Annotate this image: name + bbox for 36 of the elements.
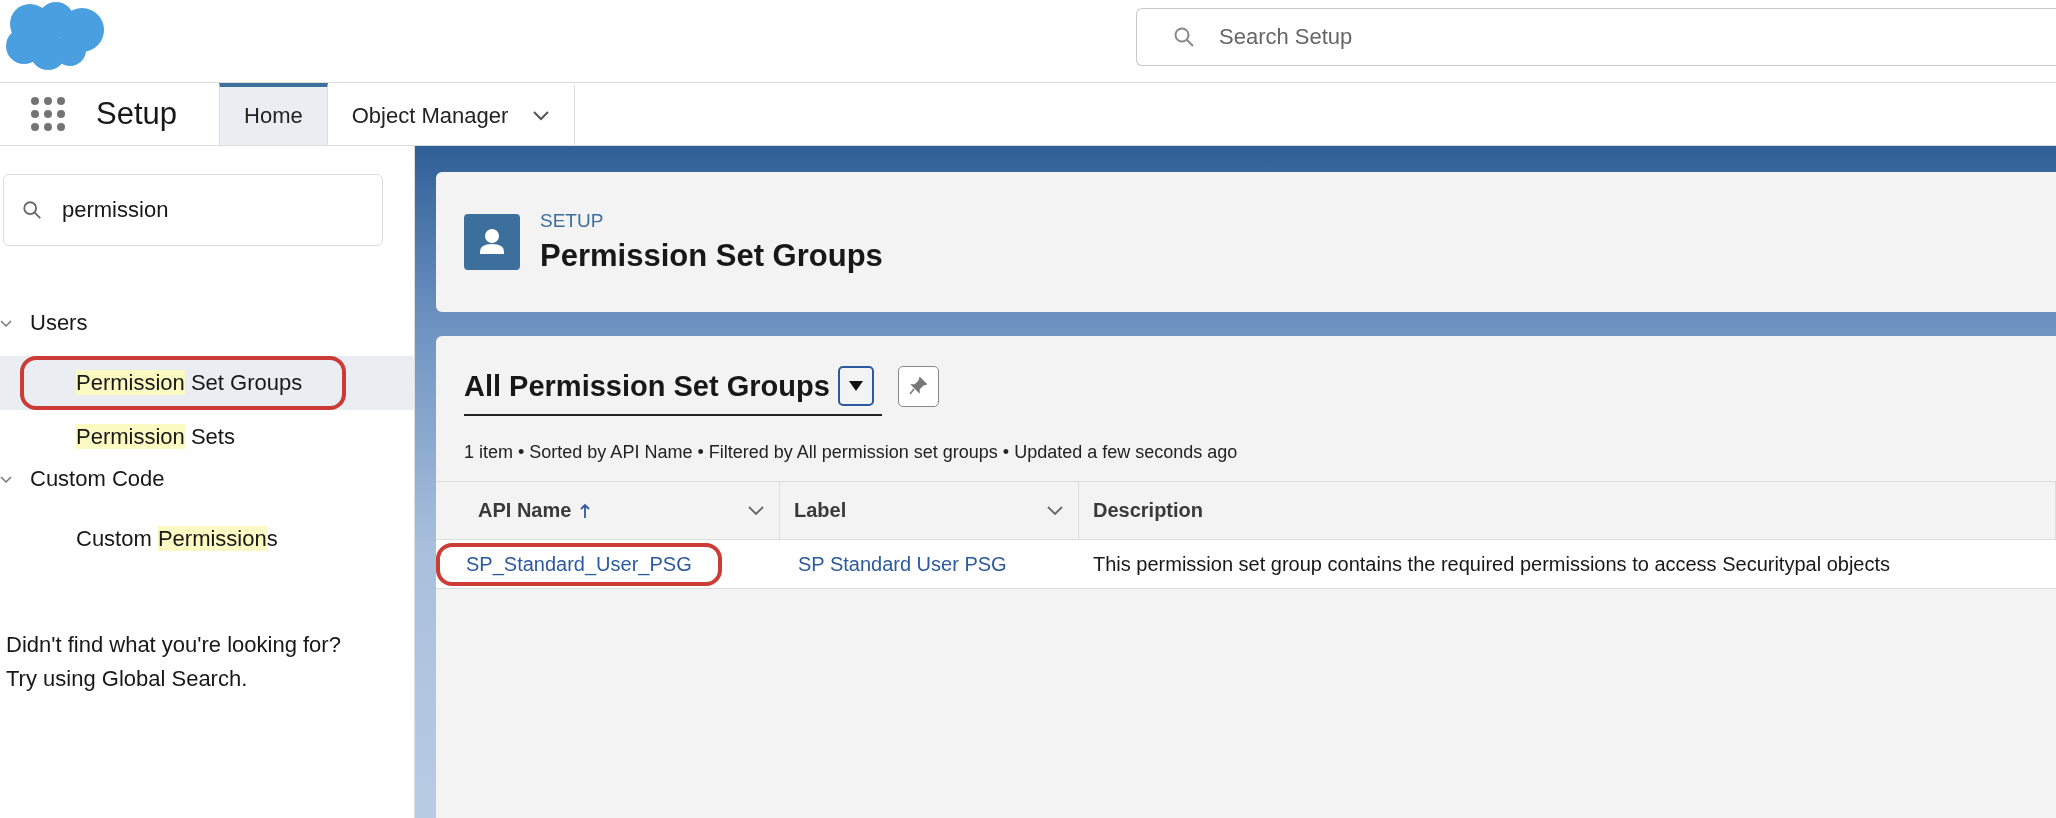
search-field[interactable]: Search Setup xyxy=(1136,8,2056,66)
column-header[interactable]: API Name xyxy=(436,482,780,539)
chevron-down-icon[interactable] xyxy=(0,474,12,484)
pin-button[interactable] xyxy=(897,365,939,407)
help-text: Try using Global Search. xyxy=(6,665,249,693)
column-header[interactable]: Description xyxy=(1079,482,2056,539)
pin-icon xyxy=(908,376,929,396)
chevron-down-icon xyxy=(747,504,765,517)
chevron-down-icon xyxy=(532,110,551,122)
app-launcher-icon[interactable] xyxy=(30,96,66,132)
tree-group-label[interactable]: Users xyxy=(30,310,88,336)
quick-find-input[interactable]: permission xyxy=(60,196,364,224)
tree-group-label[interactable]: Custom Code xyxy=(30,466,165,492)
app-name: Setup xyxy=(96,96,177,132)
search-icon xyxy=(22,200,42,220)
search-input[interactable]: Search Setup xyxy=(1217,23,2056,51)
list-view-dropdown-button[interactable] xyxy=(837,366,874,406)
chevron-down-icon xyxy=(1046,504,1064,517)
triangle-down-icon xyxy=(847,380,864,392)
page-title: Permission Set Groups xyxy=(540,238,883,274)
help-text: Didn't find what you're looking for? xyxy=(6,631,342,659)
column-header[interactable]: Label xyxy=(780,482,1079,539)
table-link[interactable]: SP_Standard_User_PSG xyxy=(436,542,722,586)
table-cell: This permission set group contains the required permissions to access Securitypal objects xyxy=(1093,552,1891,576)
nav-tab[interactable]: Home xyxy=(219,83,328,145)
user-icon xyxy=(464,214,520,270)
list-info-text: 1 item • Sorted by API Name • Filtered by All permission set groups • Updated a few seconds ago xyxy=(463,441,1239,463)
eyebrow-text: SETUP xyxy=(540,210,605,232)
quick-find-field[interactable]: permission xyxy=(3,174,383,246)
search-icon xyxy=(1173,26,1195,48)
chevron-down-icon[interactable] xyxy=(0,318,12,328)
tree-item[interactable]: Custom Permissions xyxy=(20,512,322,566)
table-link[interactable]: SP Standard User PSG xyxy=(794,542,1037,586)
list-view-title: All Permission Set Groups xyxy=(464,369,830,403)
sort-arrow-up-icon xyxy=(579,502,592,519)
tree-item[interactable]: Permission Sets xyxy=(20,410,279,464)
